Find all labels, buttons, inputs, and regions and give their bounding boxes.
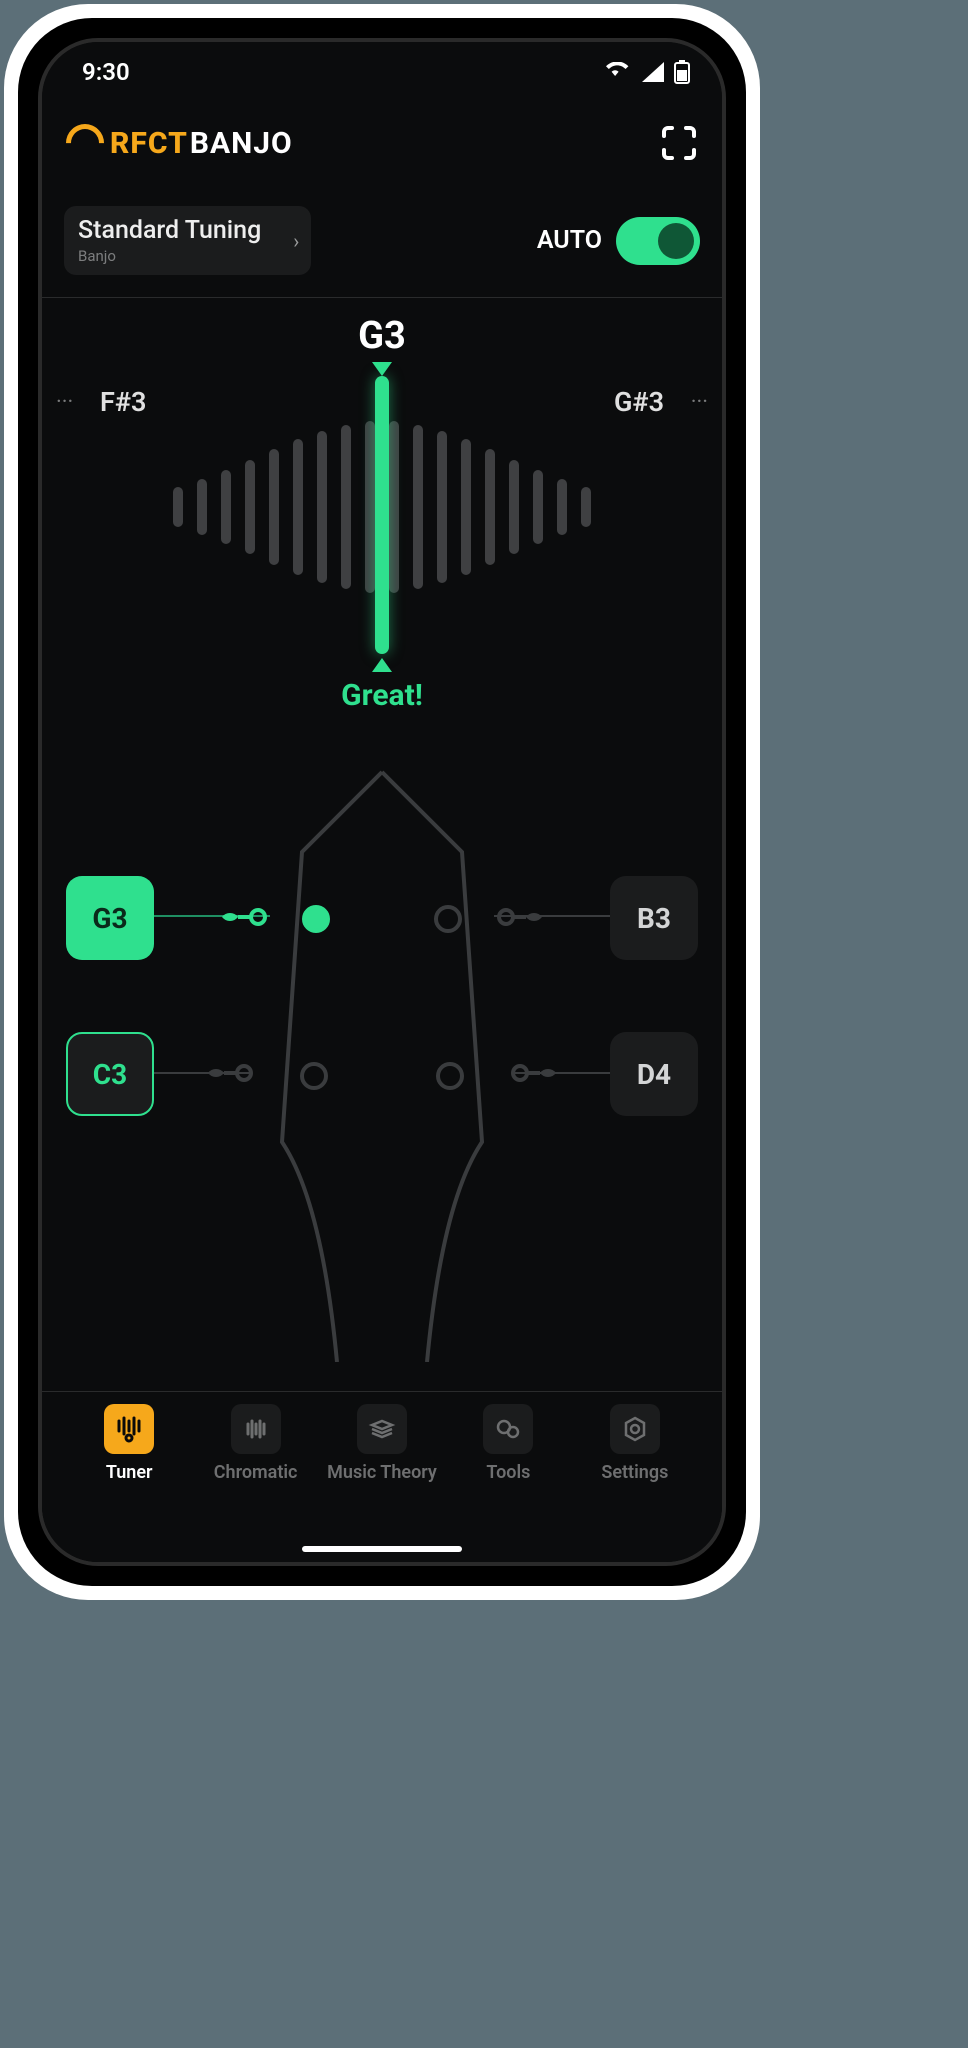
tuning-selector[interactable]: Standard Tuning Banjo › (64, 206, 311, 275)
peg-dot-b3 (434, 905, 462, 933)
nav-chromatic[interactable]: Chromatic (192, 1404, 318, 1536)
toggle-knob (658, 223, 694, 259)
controls-row: Standard Tuning Banjo › AUTO (42, 206, 722, 275)
meter-dots-right: ··· (691, 390, 708, 415)
nav-tuner-label: Tuner (106, 1462, 153, 1483)
battery-icon (674, 60, 690, 84)
nav-tools[interactable]: Tools (445, 1404, 571, 1536)
nav-settings[interactable]: Settings (572, 1404, 698, 1536)
peg-icon-c3 (202, 1058, 260, 1088)
low-note-label: F#3 (100, 386, 146, 418)
app-header: RFCT BANJO (42, 110, 722, 176)
string-button-d4[interactable]: D4 (610, 1032, 698, 1116)
meter-indicator (375, 376, 389, 654)
signal-icon (642, 62, 664, 82)
string-button-g3[interactable]: G3 (66, 876, 154, 960)
pointer-down-icon (372, 362, 392, 376)
auto-group: AUTO (537, 217, 700, 265)
auto-label: AUTO (537, 226, 602, 255)
current-note: G3 (42, 314, 722, 358)
meter-feedback: Great! (42, 678, 722, 713)
brand-mark-icon (58, 116, 112, 170)
divider (42, 297, 722, 298)
status-bar: 9:30 (42, 42, 722, 102)
meter-dots-left: ··· (56, 390, 73, 415)
peg-dot-c3 (300, 1062, 328, 1090)
string-button-c3[interactable]: C3 (66, 1032, 154, 1116)
pointer-up-icon (372, 658, 392, 672)
nav-chromatic-label: Chromatic (214, 1462, 298, 1483)
peg-icon-d4 (504, 1058, 562, 1088)
auto-toggle[interactable] (616, 217, 700, 265)
nav-settings-label: Settings (601, 1462, 668, 1483)
tuning-sub: Banjo (78, 247, 261, 265)
nav-theory[interactable]: Music Theory (319, 1404, 445, 1536)
nav-theory-label: Music Theory (327, 1462, 437, 1483)
brand-logo: RFCT BANJO (66, 124, 293, 162)
bottom-nav: Tuner Chromatic Music Theory (42, 1391, 722, 1562)
peg-dot-g3 (302, 905, 330, 933)
device-bezel: 9:30 RFCT BANJO Standard Tuni (18, 18, 746, 1586)
fullscreen-button[interactable] (660, 124, 698, 162)
nav-tuner[interactable]: Tuner (66, 1404, 192, 1536)
device-frame: 9:30 RFCT BANJO Standard Tuni (4, 4, 760, 1600)
high-note-label: G#3 (614, 386, 664, 418)
home-indicator[interactable] (302, 1546, 462, 1552)
tuning-meter: G3 ··· ··· F#3 G#3 Great! (42, 312, 722, 742)
headstock-area: G3 C3 B3 D4 (42, 742, 722, 1391)
peg-dot-d4 (436, 1062, 464, 1090)
nav-tools-label: Tools (486, 1462, 530, 1483)
app-screen: 9:30 RFCT BANJO Standard Tuni (42, 42, 722, 1562)
device-screen-wrap: 9:30 RFCT BANJO Standard Tuni (38, 38, 726, 1566)
settings-icon (610, 1404, 660, 1454)
tuner-icon (104, 1404, 154, 1454)
brand-accent: RFCT (110, 126, 188, 161)
status-icons (606, 60, 690, 84)
theory-icon (357, 1404, 407, 1454)
brand-rest: BANJO (190, 126, 293, 161)
string-button-b3[interactable]: B3 (610, 876, 698, 960)
wifi-icon (606, 62, 632, 82)
status-time: 9:30 (82, 58, 130, 86)
tools-icon (483, 1404, 533, 1454)
peg-icon-g3 (216, 902, 274, 932)
tuning-label: Standard Tuning (78, 216, 261, 245)
chromatic-icon (231, 1404, 281, 1454)
peg-icon-b3 (490, 902, 548, 932)
chevron-right-icon: › (293, 229, 299, 253)
